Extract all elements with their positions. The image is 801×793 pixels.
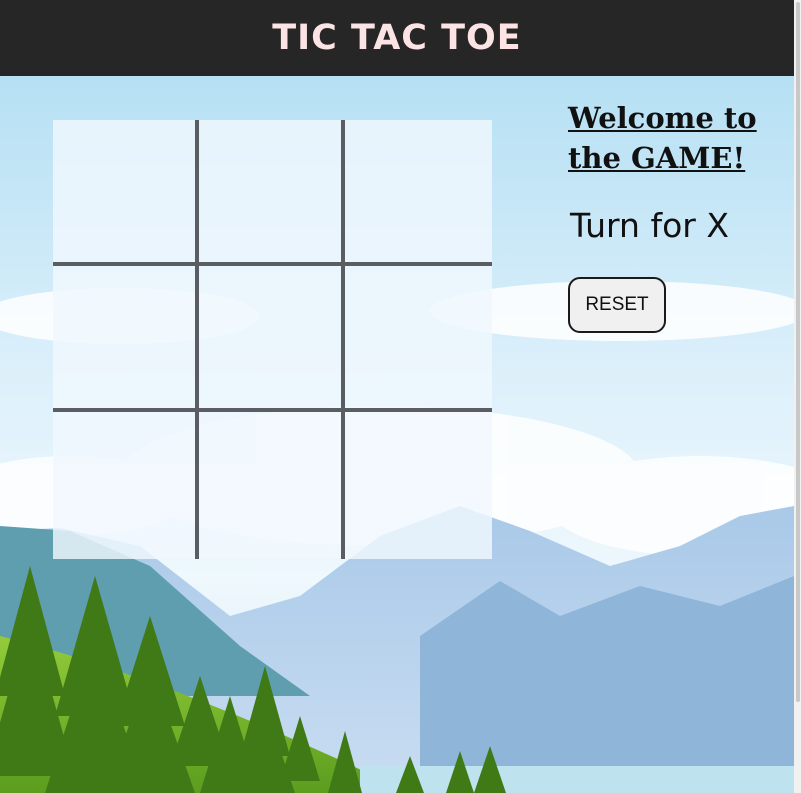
info-panel: Welcome to the GAME! Turn for X RESET (568, 98, 788, 333)
board-cell-3[interactable] (345, 120, 492, 266)
board-cell-8[interactable] (199, 412, 345, 559)
board-cell-2[interactable] (199, 120, 345, 266)
welcome-heading: Welcome to the GAME! (568, 101, 757, 175)
game-board (53, 120, 492, 559)
turn-indicator: Turn for X (570, 206, 729, 245)
board-cell-1[interactable] (53, 120, 199, 266)
header-bar: TIC TAC TOE (0, 0, 794, 76)
board-cell-4[interactable] (53, 266, 199, 412)
game-page: TIC TAC TOE Welcome to the GAME! Turn fo… (0, 0, 801, 793)
lake (360, 766, 794, 793)
mountains-right (420, 576, 794, 793)
board-cell-7[interactable] (53, 412, 199, 559)
scrollbar-thumb[interactable] (796, 2, 800, 702)
reset-button[interactable]: RESET (568, 277, 666, 333)
board-cell-5[interactable] (199, 266, 345, 412)
board-cell-6[interactable] (345, 266, 492, 412)
board-cell-9[interactable] (345, 412, 492, 559)
page-title: TIC TAC TOE (272, 18, 522, 58)
